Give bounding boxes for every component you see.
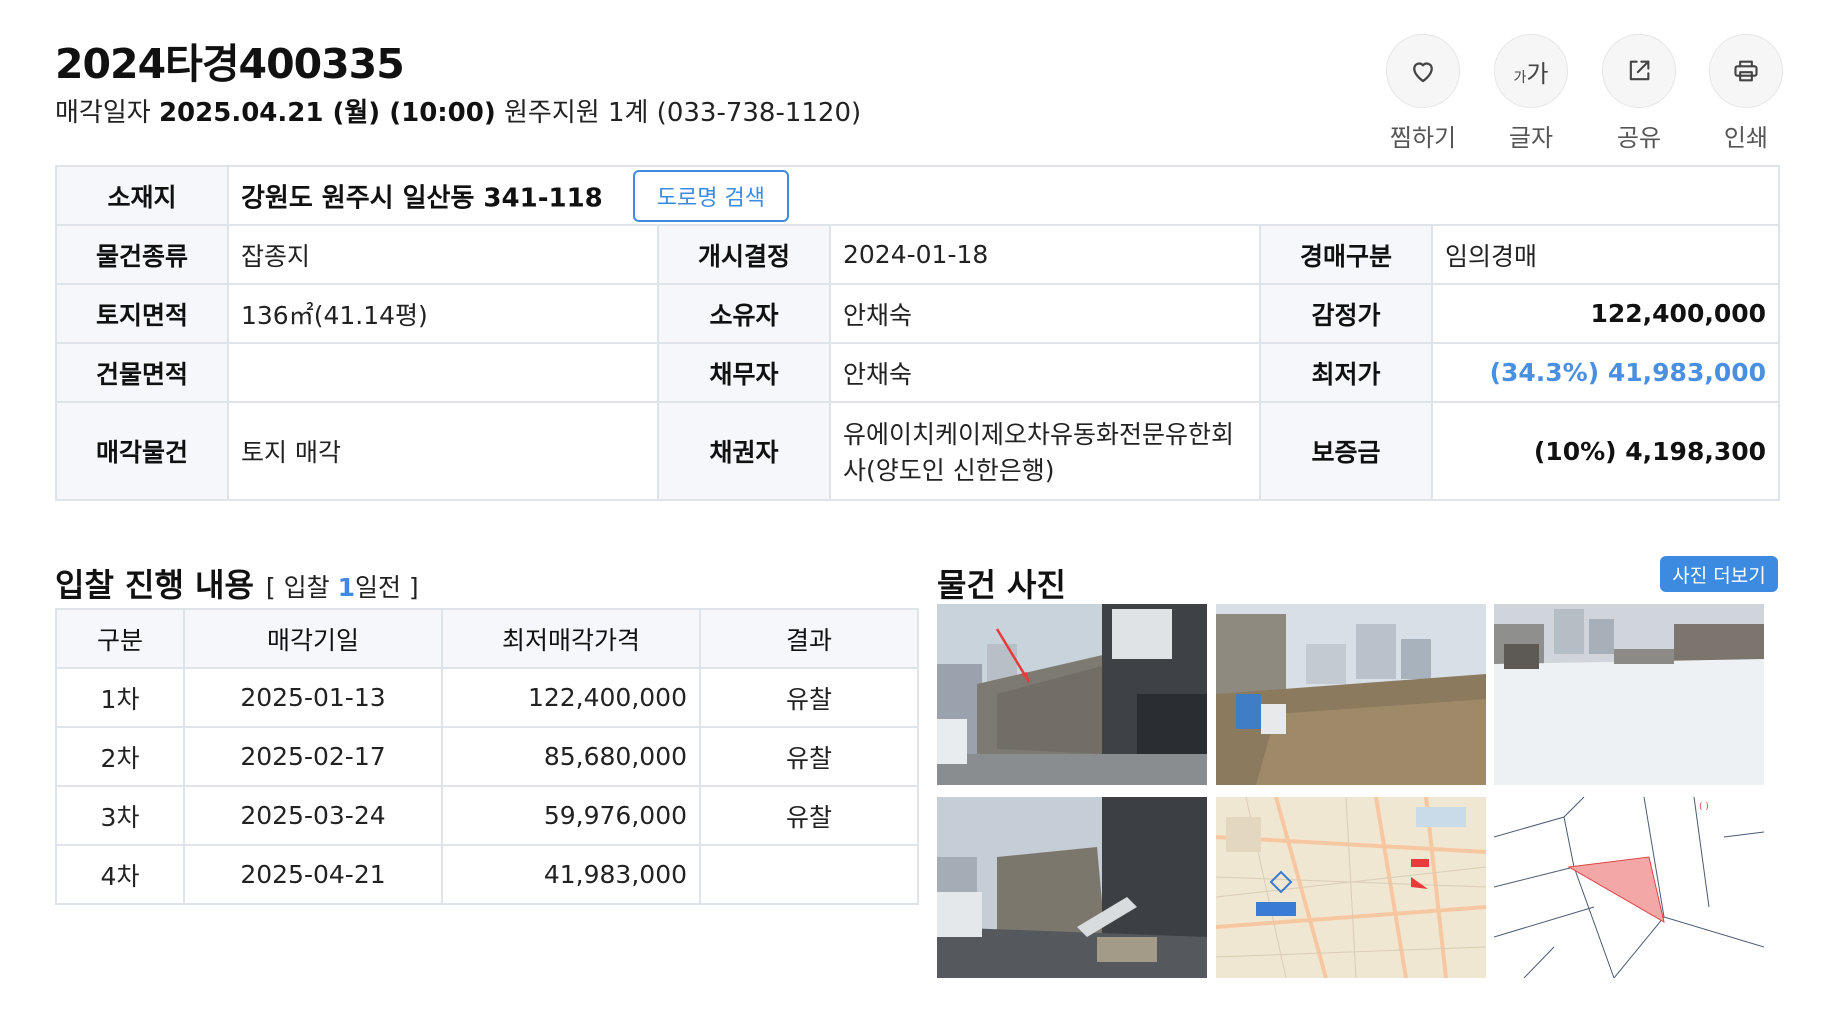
- creditor-value: 유에이치케이제오차유동화전문유한회사(양도인 신한은행): [829, 401, 1261, 501]
- share-circle[interactable]: [1602, 34, 1676, 108]
- print-circle[interactable]: [1709, 34, 1783, 108]
- result-cell: 유찰: [699, 726, 919, 787]
- bidding-title: 입찰 진행 내용: [55, 566, 254, 604]
- share-icon: [1629, 60, 1650, 81]
- photos-title: 물건 사진: [937, 566, 1066, 604]
- sale-date-value: 2025.04.21 (월) (10:00): [158, 98, 496, 128]
- sale-date-line: 매각일자 2025.04.21 (월) (10:00) 원주지원 1계 (033…: [55, 92, 861, 129]
- more-photos-button[interactable]: 사진 더보기: [1660, 556, 1778, 592]
- favorite-label: 찜하기: [1389, 124, 1457, 152]
- property-photo-dirt-lot[interactable]: [1216, 604, 1486, 785]
- favorite-circle[interactable]: [1386, 34, 1460, 108]
- bidding-countdown-open: [ 입찰: [265, 573, 338, 602]
- info-label: 채권자: [657, 401, 831, 501]
- round-cell: 1차: [55, 667, 185, 728]
- bidding-countdown: [ 입찰 1일전 ]: [266, 573, 419, 602]
- info-label: 경매구분: [1259, 224, 1433, 285]
- road-name-search-button[interactable]: 도로명 검색: [632, 169, 789, 222]
- print-label: 인쇄: [1723, 124, 1769, 152]
- bidding-header: 입찰 진행 내용 [ 입찰 1일전 ]: [55, 560, 419, 606]
- minimum-price: (34.3%) 41,983,000: [1430, 342, 1781, 403]
- info-label: 소유자: [657, 283, 831, 344]
- round-cell: 2차: [55, 726, 185, 787]
- property-info-table: 소재지 강원도 원주시 일산동 341-118 도로명 검색 물건종류 잡종지 …: [55, 165, 1781, 501]
- result-cell: [699, 844, 919, 905]
- print-icon: [1734, 60, 1758, 82]
- info-row: 물건종류 잡종지 개시결정 2024-01-18 경매구분 임의경매: [55, 224, 1781, 285]
- property-photo-retaining-wall[interactable]: [937, 797, 1207, 978]
- font-size-button[interactable]: 가가 글자: [1476, 34, 1586, 153]
- heart-icon: [1413, 62, 1433, 83]
- share-label: 공유: [1616, 124, 1662, 152]
- deposit-value: (10%) 4,198,300: [1430, 401, 1781, 501]
- svg-text:( ): ( ): [1699, 802, 1709, 812]
- font-size-icon-small: 가: [1513, 69, 1527, 86]
- info-value: 안채숙: [829, 283, 1261, 344]
- info-value: 136㎡(41.14평): [227, 283, 659, 344]
- result-cell: 유찰: [699, 785, 919, 846]
- table-row: 1차 2025-01-13 122,400,000 유찰: [55, 667, 919, 728]
- font-size-icon-big: 가: [1526, 59, 1549, 88]
- result-cell: 유찰: [699, 667, 919, 728]
- property-photo-snowy-lot[interactable]: [1494, 604, 1764, 785]
- property-photo-street-wall[interactable]: [937, 604, 1207, 785]
- info-label: 보증금: [1259, 401, 1433, 501]
- info-label: 채무자: [657, 342, 831, 403]
- price-cell: 41,983,000: [441, 844, 701, 905]
- favorite-button[interactable]: 찜하기: [1368, 34, 1478, 153]
- date-cell: 2025-01-13: [183, 667, 443, 728]
- col-min-price: 최저매각가격: [441, 608, 701, 669]
- case-number-title: 2024타경400335: [55, 40, 405, 88]
- info-value: 2024-01-18: [829, 224, 1261, 285]
- action-bar: 찜하기 가가 글자 공유 인쇄: [1368, 34, 1788, 152]
- info-label: 물건종류: [55, 224, 229, 285]
- info-value: 임의경매: [1430, 224, 1781, 285]
- sale-date-label: 매각일자: [55, 98, 151, 128]
- table-row: 2차 2025-02-17 85,680,000 유찰: [55, 726, 919, 787]
- bidding-table: 구분 매각기일 최저매각가격 결과 1차 2025-01-13 122,400,…: [55, 608, 919, 905]
- info-value: [227, 342, 659, 403]
- col-sale-date: 매각기일: [183, 608, 443, 669]
- font-size-circle[interactable]: 가가: [1494, 34, 1568, 108]
- info-label: 토지면적: [55, 283, 229, 344]
- location-row: 소재지 강원도 원주시 일산동 341-118 도로명 검색: [55, 165, 1781, 226]
- round-cell: 4차: [55, 844, 185, 905]
- print-button[interactable]: 인쇄: [1691, 34, 1801, 153]
- property-cadastral-map[interactable]: ( ): [1494, 797, 1764, 978]
- date-cell: 2025-03-24: [183, 785, 443, 846]
- property-location-map[interactable]: [1216, 797, 1486, 978]
- info-label: 개시결정: [657, 224, 831, 285]
- price-cell: 85,680,000: [441, 726, 701, 787]
- info-row: 토지면적 136㎡(41.14평) 소유자 안채숙 감정가 122,400,00…: [55, 283, 1781, 344]
- col-result: 결과: [699, 608, 919, 669]
- info-value: 토지 매각: [227, 401, 659, 501]
- table-row: 4차 2025-04-21 41,983,000: [55, 844, 919, 905]
- appraisal-price: 122,400,000: [1430, 283, 1781, 344]
- info-label: 감정가: [1259, 283, 1433, 344]
- info-value: 안채숙: [829, 342, 1261, 403]
- round-cell: 3차: [55, 785, 185, 846]
- location-cell: 강원도 원주시 일산동 341-118 도로명 검색: [226, 165, 1781, 226]
- font-size-icon: 가가: [1514, 54, 1549, 89]
- share-button[interactable]: 공유: [1584, 34, 1694, 153]
- info-value: 잡종지: [227, 224, 659, 285]
- court-info: 원주지원 1계 (033-738-1120): [504, 98, 862, 128]
- info-label: 최저가: [1259, 342, 1433, 403]
- info-label: 건물면적: [55, 342, 229, 403]
- location-address: 강원도 원주시 일산동 341-118: [241, 183, 603, 213]
- bidding-countdown-days: 1: [337, 573, 355, 602]
- price-cell: 59,976,000: [441, 785, 701, 846]
- location-label: 소재지: [55, 165, 229, 226]
- price-cell: 122,400,000: [441, 667, 701, 728]
- bidding-table-header: 구분 매각기일 최저매각가격 결과: [55, 608, 919, 669]
- date-cell: 2025-02-17: [183, 726, 443, 787]
- col-round: 구분: [55, 608, 185, 669]
- bidding-countdown-close: 일전 ]: [354, 573, 419, 602]
- info-label: 매각물건: [55, 401, 229, 501]
- table-row: 3차 2025-03-24 59,976,000 유찰: [55, 785, 919, 846]
- info-row: 건물면적 채무자 안채숙 최저가 (34.3%) 41,983,000: [55, 342, 1781, 403]
- date-cell: 2025-04-21: [183, 844, 443, 905]
- info-row: 매각물건 토지 매각 채권자 유에이치케이제오차유동화전문유한회사(양도인 신한…: [55, 401, 1781, 501]
- font-size-label: 글자: [1508, 124, 1554, 152]
